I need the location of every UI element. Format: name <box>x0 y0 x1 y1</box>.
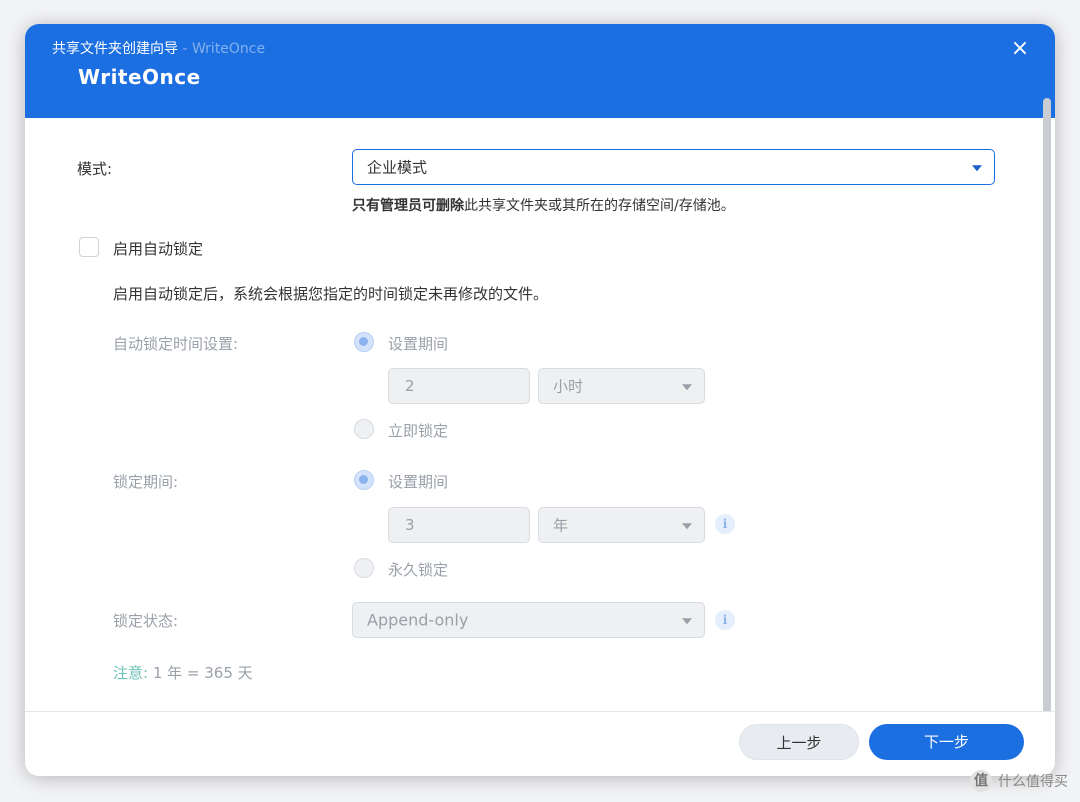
close-icon: × <box>1010 36 1030 61</box>
auto-lock-description: 启用自动锁定后，系统会根据您指定的时间锁定未再修改的文件。 <box>113 285 549 303</box>
auto-lock-unit-select[interactable]: 小时 <box>538 368 705 404</box>
mode-select-value: 企业模式 <box>367 158 428 177</box>
auto-lock-period-radio[interactable] <box>354 332 374 352</box>
scrollbar[interactable] <box>1043 98 1051 714</box>
mode-select[interactable]: 企业模式 <box>352 149 995 185</box>
chevron-down-icon <box>682 523 692 530</box>
auto-lock-period-input[interactable]: 2 <box>388 368 530 404</box>
auto-lock-immediate-label[interactable]: 立即锁定 <box>388 420 448 441</box>
auto-lock-period-value: 2 <box>405 377 415 395</box>
watermark: 值 什么值得买 <box>970 770 1068 792</box>
window-title-text: 共享文件夹创建向导 <box>52 41 178 57</box>
auto-lock-label[interactable]: 启用自动锁定 <box>113 238 203 259</box>
note-text: 1 年 = 365 天 <box>152 664 253 682</box>
lock-period-label: 锁定期间: <box>113 473 179 491</box>
next-button[interactable]: 下一步 <box>869 724 1024 760</box>
note: 注意: 1 年 = 365 天 <box>113 662 253 683</box>
lock-forever-radio[interactable] <box>354 558 374 578</box>
lock-period-value: 3 <box>405 516 415 534</box>
lock-period-input[interactable]: 3 <box>388 507 530 543</box>
auto-lock-immediate-radio[interactable] <box>354 419 374 439</box>
mode-hint-text: 此共享文件夹或其所在的存储空间/存储池。 <box>464 198 735 214</box>
lock-period-unit-select[interactable]: 年 <box>538 507 705 543</box>
lock-state-label: 锁定状态: <box>113 612 179 630</box>
lock-state-select[interactable]: Append-only <box>352 602 705 638</box>
lock-period-option-label[interactable]: 设置期间 <box>388 471 448 492</box>
lock-period-unit-value: 年 <box>553 516 569 535</box>
chevron-down-icon <box>682 384 692 391</box>
chevron-down-icon <box>682 618 692 625</box>
mode-label: 模式: <box>77 160 113 178</box>
back-button[interactable]: 上一步 <box>739 724 859 760</box>
mode-hint: 只有管理员可删除此共享文件夹或其所在的存储空间/存储池。 <box>352 195 735 215</box>
info-icon[interactable]: i <box>715 610 735 630</box>
info-icon[interactable]: i <box>715 514 735 534</box>
window-title-separator: - <box>178 41 192 57</box>
page-heading: WriteOnce <box>78 65 201 89</box>
note-key: 注意: <box>113 664 149 682</box>
auto-lock-period-label[interactable]: 设置期间 <box>388 333 448 354</box>
dialog-header: 共享文件夹创建向导 - WriteOnce WriteOnce × <box>25 24 1055 118</box>
shared-folder-wizard-dialog: 共享文件夹创建向导 - WriteOnce WriteOnce × 模式: 企业… <box>25 24 1055 776</box>
dialog-footer: 上一步 下一步 <box>25 711 1055 776</box>
window-title: 共享文件夹创建向导 - WriteOnce <box>52 38 265 58</box>
lock-state-value: Append-only <box>367 610 469 630</box>
mode-hint-bold: 只有管理员可删除 <box>352 198 464 214</box>
chevron-down-icon <box>972 165 982 172</box>
auto-lock-unit-value: 小时 <box>553 377 584 396</box>
lock-forever-label[interactable]: 永久锁定 <box>388 559 448 580</box>
watermark-logo: 值 <box>970 770 992 792</box>
auto-lock-time-label: 自动锁定时间设置: <box>113 335 239 353</box>
window-subtitle: WriteOnce <box>191 41 266 57</box>
close-button[interactable]: × <box>1007 36 1033 62</box>
watermark-text: 什么值得买 <box>998 774 1068 790</box>
lock-period-radio[interactable] <box>354 470 374 490</box>
auto-lock-checkbox[interactable] <box>79 237 99 257</box>
